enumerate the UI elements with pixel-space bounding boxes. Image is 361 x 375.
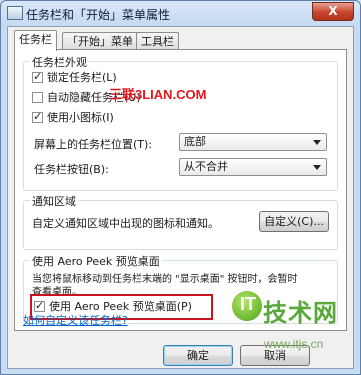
appearance-group-title: 任务栏外观	[30, 54, 89, 70]
tab-start-menu[interactable]: 「开始」菜单	[62, 32, 138, 50]
chevron-down-icon	[313, 140, 321, 145]
lock-taskbar-checkbox[interactable]: 锁定任务栏(L)	[32, 70, 117, 85]
lock-taskbar-check-icon	[32, 70, 43, 84]
buttons-dropdown[interactable]: 从不合并	[179, 158, 327, 176]
peek-group-title: 使用 Aero Peek 预览桌面	[30, 253, 162, 269]
buttons-dropdown-value: 从不合并	[184, 160, 228, 173]
window-title: 任务栏和「开始」菜单属性	[26, 8, 171, 22]
notify-group: 通知区域 自定义通知区域中出现的图标和通知。 自定义(C)...	[23, 193, 338, 250]
small-icons-check-icon	[32, 110, 43, 124]
customize-button[interactable]: 自定义(C)...	[259, 211, 329, 232]
ok-button[interactable]: 确定	[163, 345, 233, 366]
position-label: 屏幕上的任务栏位置(T):	[34, 138, 153, 151]
notify-group-title: 通知区域	[30, 193, 78, 209]
position-dropdown[interactable]: 底部	[179, 133, 327, 151]
small-icons-label: 使用小图标(I)	[47, 111, 114, 124]
tab-toolbars[interactable]: 工具栏	[136, 32, 179, 50]
taskbar-app-icon	[7, 6, 23, 20]
position-dropdown-value: 底部	[184, 135, 206, 148]
help-link[interactable]: 如何自定义该任务栏?	[23, 312, 128, 328]
sanlian-watermark: 三联3LIAN.COM	[109, 87, 207, 102]
chevron-down-icon	[313, 165, 321, 170]
lock-taskbar-label: 锁定任务栏(L)	[47, 71, 117, 84]
buttons-label: 任务栏按钮(B):	[34, 163, 109, 176]
itjs-watermark-url: www.itjs.cn	[264, 337, 324, 351]
tab-taskbar[interactable]: 任务栏	[14, 30, 57, 51]
close-button[interactable]: X	[312, 2, 354, 21]
small-icons-checkbox[interactable]: 使用小图标(I)	[32, 110, 114, 125]
properties-window: 任务栏和「开始」菜单属性 X 任务栏 「开始」菜单 工具栏 任务栏外观 锁定任务…	[0, 0, 361, 375]
itjs-logo-icon: IT	[232, 291, 262, 321]
title-bar[interactable]: 任务栏和「开始」菜单属性 X	[1, 1, 360, 25]
appearance-group: 任务栏外观 锁定任务栏(L) 自动隐藏任务栏(U) 使用小图标(I) 屏幕上的任…	[23, 54, 338, 191]
itjs-watermark-title: 技术网	[263, 299, 338, 327]
autohide-check-icon	[32, 92, 43, 103]
notify-description: 自定义通知区域中出现的图标和通知。	[32, 217, 219, 230]
